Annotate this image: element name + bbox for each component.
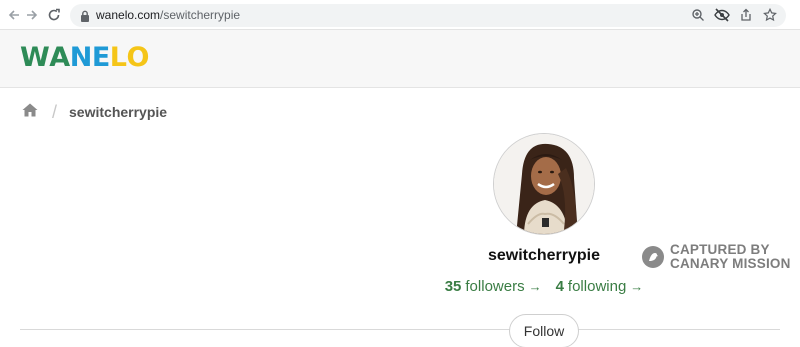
following-link[interactable]: 4 following → <box>556 278 644 295</box>
logo-letter: W <box>20 42 50 73</box>
watermark-text: CAPTURED BY CANARY MISSION <box>670 243 791 271</box>
breadcrumb-separator: / <box>52 101 58 122</box>
follow-button[interactable]: Follow <box>509 314 579 347</box>
forward-arrow-icon[interactable] <box>22 5 42 25</box>
home-icon[interactable] <box>22 103 38 122</box>
logo-letter: O <box>126 42 149 73</box>
share-icon[interactable] <box>738 7 754 23</box>
profile-stats: 35 followers → 4 following → <box>440 278 648 295</box>
eye-off-icon[interactable] <box>714 7 730 23</box>
followers-label: followers <box>465 278 525 295</box>
watermark-line2: CANARY MISSION <box>670 256 791 271</box>
breadcrumb-current[interactable]: sewitcherrypie <box>69 104 167 120</box>
url-path: /sewitcherrypie <box>160 8 241 22</box>
logo-letter: E <box>91 42 110 73</box>
url-domain: wanelo.com <box>96 8 161 22</box>
followers-link[interactable]: 35 followers → <box>445 278 542 295</box>
followers-count: 35 <box>444 278 462 295</box>
following-count: 4 <box>555 278 564 295</box>
logo-letter: N <box>69 42 93 73</box>
address-bar-tools <box>690 7 778 23</box>
logo-letter: A <box>49 42 70 73</box>
captured-watermark: CAPTURED BY CANARY MISSION <box>642 243 791 271</box>
wanelo-logo[interactable]: WANELO <box>20 44 149 71</box>
address-bar[interactable]: wanelo.com/sewitcherrypie <box>70 4 786 27</box>
following-arrow-icon: → <box>630 279 644 294</box>
section-divider <box>20 329 780 330</box>
watermark-line1: CAPTURED BY <box>670 242 770 257</box>
zoom-icon[interactable] <box>690 7 706 23</box>
star-icon[interactable] <box>762 7 778 23</box>
avatar[interactable] <box>493 133 595 235</box>
logo-letter: L <box>109 42 127 73</box>
browser-toolbar: wanelo.com/sewitcherrypie <box>0 0 800 30</box>
breadcrumb: / sewitcherrypie <box>22 102 167 122</box>
followers-arrow-icon: → <box>528 279 542 294</box>
lock-icon <box>80 9 90 27</box>
reload-icon[interactable] <box>44 5 64 25</box>
site-header: WANELO <box>0 30 800 88</box>
following-label: following <box>567 278 627 295</box>
canary-bird-icon <box>642 246 664 268</box>
profile-username: sewitcherrypie <box>487 247 601 264</box>
url-text: wanelo.com/sewitcherrypie <box>96 8 240 22</box>
back-arrow-icon[interactable] <box>4 5 24 25</box>
